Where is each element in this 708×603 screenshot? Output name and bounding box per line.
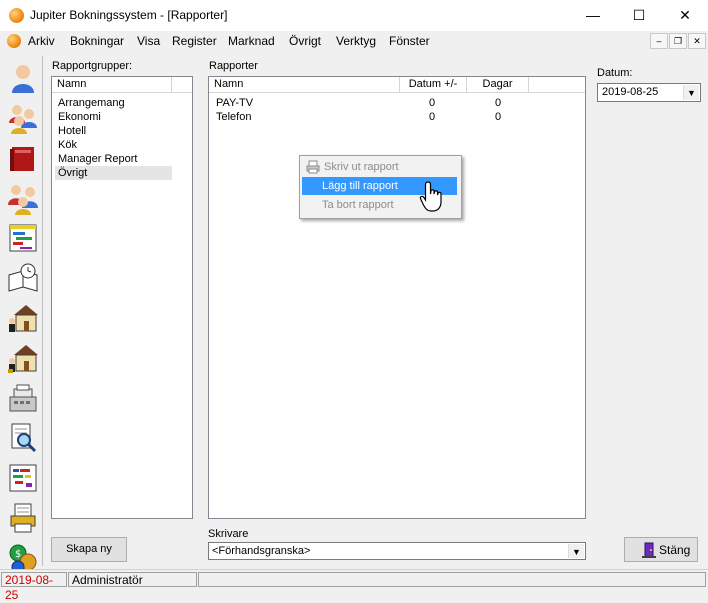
menu-register[interactable]: Register bbox=[172, 34, 217, 48]
skrivare-label: Skrivare bbox=[208, 528, 249, 540]
window-title: Jupiter Bokningssystem - [Rapporter] bbox=[30, 8, 228, 22]
list-item[interactable]: Arrangemang bbox=[58, 96, 172, 110]
close-button[interactable]: ✕ bbox=[662, 0, 708, 31]
table-cell-datum: 0 bbox=[428, 111, 436, 123]
color-chart-icon[interactable] bbox=[6, 461, 40, 495]
column-header-namn[interactable]: Namn bbox=[52, 77, 172, 93]
document-menu-icon[interactable] bbox=[7, 34, 21, 48]
datum-label: Datum: bbox=[597, 67, 633, 79]
status-date: 2019-08-25 bbox=[1, 572, 67, 602]
datum-value: 2019-08-25 bbox=[602, 86, 659, 98]
menu-bokningar[interactable]: Bokningar bbox=[70, 34, 124, 48]
menu-bar: Arkiv Bokningar Visa Register Marknad Öv… bbox=[0, 31, 708, 51]
rapportgrupper-label: Rapportgrupper: bbox=[52, 60, 133, 72]
table-cell-dagar: 0 bbox=[494, 111, 502, 123]
table-cell-dagar: 0 bbox=[494, 97, 502, 109]
document-printer-icon[interactable] bbox=[6, 501, 40, 535]
left-toolbar: $ bbox=[2, 56, 43, 574]
chevron-down-icon[interactable]: ▼ bbox=[683, 85, 699, 100]
status-user: Administratör bbox=[68, 572, 197, 587]
skapa-ny-button[interactable]: Skapa ny bbox=[51, 537, 127, 562]
list-item[interactable]: Hotell bbox=[58, 124, 172, 138]
menu-verktyg[interactable]: Verktyg bbox=[336, 34, 376, 48]
printer-icon bbox=[306, 160, 320, 174]
rapporter-header: Namn Datum +/- Dagar bbox=[209, 77, 585, 93]
status-message bbox=[198, 572, 706, 587]
table-row-namn[interactable]: PAY-TV bbox=[216, 96, 366, 110]
menu-fonster[interactable]: Fönster bbox=[389, 34, 430, 48]
menu-item-label: Lägg till rapport bbox=[322, 180, 398, 192]
table-row-namn[interactable]: Telefon bbox=[216, 110, 366, 124]
menu-item-label: Ta bort rapport bbox=[322, 199, 394, 211]
mdi-close-button[interactable]: ✕ bbox=[688, 33, 706, 49]
rapportgrupper-header: Namn bbox=[52, 77, 192, 93]
people-icon[interactable] bbox=[6, 181, 40, 215]
menu-visa[interactable]: Visa bbox=[137, 34, 160, 48]
list-item-selected[interactable]: Övrigt bbox=[55, 166, 172, 180]
book-icon[interactable] bbox=[6, 141, 40, 175]
app-logo-icon bbox=[9, 8, 24, 23]
house-arrive-icon[interactable] bbox=[6, 301, 40, 335]
title-bar: Jupiter Bokningssystem - [Rapporter] — ☐… bbox=[0, 0, 708, 31]
menu-ovrigt[interactable]: Övrigt bbox=[289, 34, 321, 48]
rapportgrupper-list[interactable]: Namn Arrangemang Ekonomi Hotell Kök Mana… bbox=[51, 76, 193, 519]
list-item[interactable]: Manager Report bbox=[58, 152, 172, 166]
house-depart-icon[interactable] bbox=[6, 341, 40, 375]
rapporter-list[interactable]: Namn Datum +/- Dagar PAY-TV 0 0 Telefon … bbox=[208, 76, 586, 519]
person-icon[interactable] bbox=[6, 61, 40, 95]
cash-register-icon[interactable] bbox=[6, 381, 40, 415]
column-header-namn[interactable]: Namn bbox=[209, 77, 400, 93]
menu-item-skriv-ut[interactable]: Skriv ut rapport bbox=[302, 158, 457, 176]
list-item[interactable]: Ekonomi bbox=[58, 110, 172, 124]
maximize-button[interactable]: ☐ bbox=[616, 0, 662, 31]
list-item[interactable]: Kök bbox=[58, 138, 172, 152]
stang-button[interactable]: Stäng bbox=[624, 537, 698, 562]
stang-label: Stäng bbox=[659, 543, 691, 557]
column-header-dagar[interactable]: Dagar bbox=[467, 77, 529, 93]
table-cell-datum: 0 bbox=[428, 97, 436, 109]
mdi-minimize-button[interactable]: – bbox=[650, 33, 668, 49]
column-header-datum[interactable]: Datum +/- bbox=[400, 77, 467, 93]
rapporter-label: Rapporter bbox=[209, 60, 258, 72]
mdi-restore-button[interactable]: ❐ bbox=[669, 33, 687, 49]
skrivare-value: <Förhandsgranska> bbox=[212, 545, 311, 557]
book-clock-icon[interactable] bbox=[6, 261, 40, 295]
hand-cursor-icon bbox=[419, 180, 447, 214]
skrivare-combobox[interactable]: <Förhandsgranska> ▼ bbox=[208, 542, 586, 560]
datum-combobox[interactable]: 2019-08-25 ▼ bbox=[597, 83, 701, 102]
menu-marknad[interactable]: Marknad bbox=[228, 34, 275, 48]
status-bar: 2019-08-25 Administratör bbox=[0, 569, 708, 602]
calendar-chart-icon[interactable] bbox=[6, 221, 40, 255]
group-icon[interactable] bbox=[6, 101, 40, 135]
door-exit-icon bbox=[641, 542, 657, 558]
menu-arkiv[interactable]: Arkiv bbox=[28, 34, 55, 48]
column-header-filler bbox=[172, 77, 192, 93]
document-search-icon[interactable] bbox=[6, 421, 40, 455]
menu-item-label: Skriv ut rapport bbox=[324, 161, 399, 173]
chevron-down-icon[interactable]: ▼ bbox=[568, 544, 584, 558]
minimize-button[interactable]: — bbox=[570, 0, 616, 31]
svg-text:$: $ bbox=[15, 549, 21, 560]
